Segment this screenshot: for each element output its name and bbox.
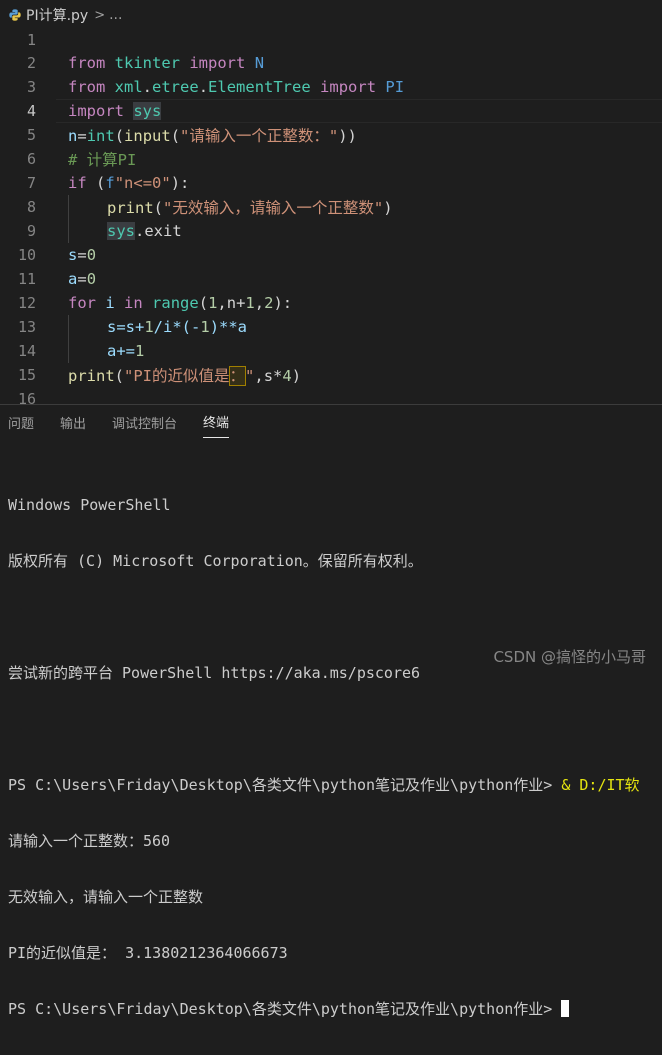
code-text: import sys <box>68 102 162 120</box>
breadcrumb-more[interactable]: ... <box>109 7 122 23</box>
code-text: s=s+1/i*(-1)**a <box>107 318 248 336</box>
tab-problems[interactable]: 问题 <box>8 407 34 438</box>
breadcrumb-file[interactable]: PI计算.py <box>26 5 88 25</box>
code-line-current: 4 import sys <box>0 99 662 123</box>
line-number: 6 <box>26 150 36 168</box>
line-number: 13 <box>17 318 36 336</box>
code-text: a=0 <box>68 270 97 288</box>
line-number: 15 <box>17 366 36 384</box>
line-number: 1 <box>26 31 36 49</box>
line-number: 16 <box>17 390 36 404</box>
code-line: 10 s=0 <box>0 243 662 267</box>
code-text: if (f"n<=0"): <box>68 174 190 192</box>
code-line: 6 # 计算PI <box>0 147 662 171</box>
code-line: 9 sys.exit <box>0 219 662 243</box>
line-number: 12 <box>17 294 36 312</box>
terminal-prompt[interactable]: PS C:\Users\Friday\Desktop\各类文件\python笔记… <box>8 999 662 1019</box>
terminal-line: PI的近似值是： 3.1380212364066673 <box>8 944 288 962</box>
tab-output[interactable]: 输出 <box>60 407 86 438</box>
line-number: 7 <box>26 174 36 192</box>
code-text: a+=1 <box>107 342 145 360</box>
code-text: print("PI的近似值是：",s*4) <box>68 366 302 386</box>
code-text: from xml.etree.ElementTree import PI <box>68 78 405 96</box>
code-text: n=int(input("请输入一个正整数：")) <box>68 127 357 145</box>
code-text: from tkinter import N <box>68 54 265 72</box>
code-text: # 计算PI <box>68 151 137 169</box>
code-line: 14 a+=1 <box>0 339 662 363</box>
code-line: 3 from xml.etree.ElementTree import PI <box>0 75 662 99</box>
line-number: 5 <box>26 126 36 144</box>
terminal-line: PS C:\Users\Friday\Desktop\各类文件\python笔记… <box>8 776 640 794</box>
code-line: 15 print("PI的近似值是：",s*4) <box>0 363 662 387</box>
line-number: 11 <box>17 270 36 288</box>
code-line: 11 a=0 <box>0 267 662 291</box>
chevron-right-icon: > <box>94 7 106 23</box>
code-text: print("无效输入，请输入一个正整数") <box>107 199 393 217</box>
line-number: 8 <box>26 198 36 216</box>
code-line: 2 from tkinter import N <box>0 51 662 75</box>
code-line: 16 <box>0 387 662 404</box>
tab-debug-console[interactable]: 调试控制台 <box>112 407 177 438</box>
code-line: 5 n=int(input("请输入一个正整数：")) <box>0 123 662 147</box>
code-line: 1 <box>0 28 662 52</box>
terminal-line: 请输入一个正整数：560 <box>8 832 171 850</box>
code-line: 12 for i in range(1,n+1,2): <box>0 291 662 315</box>
code-line: 7 if (f"n<=0"): <box>0 171 662 195</box>
watermark: CSDN @搞怪的小马哥 <box>493 648 646 666</box>
code-text: for i in range(1,n+1,2): <box>68 294 293 312</box>
code-text: sys.exit <box>107 222 182 240</box>
python-file-icon <box>9 9 21 21</box>
code-editor[interactable]: 1 2 from tkinter import N 3 from xml.etr… <box>0 28 662 404</box>
bottom-panel: 问题 输出 调试控制台 终端 Windows PowerShell 版权所有 (… <box>0 404 662 1018</box>
code-line: 13 s=s+1/i*(-1)**a <box>0 315 662 339</box>
terminal-line: 版权所有 (C) Microsoft Corporation。保留所有权利。 <box>8 552 423 570</box>
line-number: 9 <box>26 222 36 240</box>
terminal-line: 无效输入，请输入一个正整数 <box>8 888 204 906</box>
panel-tabs: 问题 输出 调试控制台 终端 <box>0 405 662 439</box>
terminal-cursor <box>561 1000 570 1017</box>
line-number: 3 <box>26 78 36 96</box>
terminal-line: Windows PowerShell <box>8 496 171 514</box>
terminal-output[interactable]: Windows PowerShell 版权所有 (C) Microsoft Co… <box>8 459 662 1055</box>
line-number: 10 <box>17 246 36 264</box>
line-number: 14 <box>17 342 36 360</box>
tab-terminal[interactable]: 终端 <box>203 406 230 438</box>
line-number: 4 <box>26 102 36 120</box>
line-number: 2 <box>26 54 36 72</box>
code-line: 8 print("无效输入，请输入一个正整数") <box>0 195 662 219</box>
code-text: s=0 <box>68 246 97 264</box>
breadcrumb: PI计算.py > ... <box>0 0 662 30</box>
